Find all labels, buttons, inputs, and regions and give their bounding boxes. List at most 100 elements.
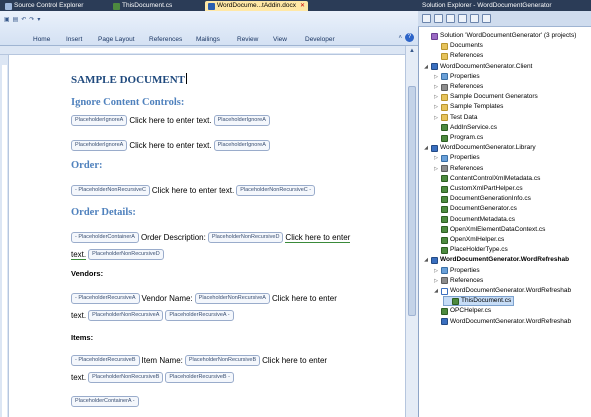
ribbon-tab-mailings[interactable]: Mailings: [196, 34, 220, 45]
tab-source-control-explorer[interactable]: Source Control Explorer: [2, 1, 86, 11]
expander-icon[interactable]: ▷: [433, 113, 439, 123]
solution-tree-item[interactable]: ▷ Sample Templates: [433, 102, 503, 112]
scroll-up-icon[interactable]: ▲: [409, 48, 415, 54]
ribbon-minimize-icon[interactable]: ˄: [398, 35, 402, 41]
expander-icon[interactable]: ▷: [433, 92, 439, 102]
content-control-tag[interactable]: PlaceholderIgnoreA: [71, 140, 128, 151]
solution-tree-item[interactable]: WordDocumentGenerator.WordRefreshab: [433, 317, 571, 327]
ribbon-tab-developer[interactable]: Developer: [305, 34, 335, 45]
solution-tree-item[interactable]: References: [433, 51, 483, 61]
solution-tree-item[interactable]: ContentControlXmlMetadata.cs: [433, 174, 540, 184]
content-control-tag[interactable]: - PlaceholderRecursiveA: [71, 293, 140, 304]
solution-tree-item[interactable]: OPCHelper.cs: [433, 306, 491, 316]
content-control-tag[interactable]: - PlaceholderContainerA: [71, 232, 139, 243]
expander-icon[interactable]: ▷: [433, 82, 439, 92]
document-scrollbar[interactable]: ▲: [405, 46, 418, 417]
content-control-tag[interactable]: PlaceholderNonRecursiveB: [184, 355, 261, 366]
word-logo-icon[interactable]: ▣: [4, 16, 10, 23]
placeholder-text[interactable]: text.: [71, 250, 87, 260]
solution-tree-item[interactable]: CustomXmlPartHelper.cs: [433, 184, 523, 194]
solution-tree-item[interactable]: ▷ Properties: [433, 72, 480, 82]
expander-icon[interactable]: ▷: [433, 102, 439, 112]
ribbon-tab-page-layout[interactable]: Page Layout: [98, 34, 135, 45]
view-code-icon[interactable]: [458, 14, 467, 23]
solution-tree-item[interactable]: ◢ WordDocumentGenerator.Client: [423, 62, 532, 72]
solution-tree-item[interactable]: ▷ Properties: [433, 153, 480, 163]
content-control-tag[interactable]: PlaceholderRecursiveA -: [165, 310, 234, 321]
content-control-tag[interactable]: PlaceholderRecursiveB -: [165, 372, 234, 383]
refresh-icon[interactable]: [446, 14, 455, 23]
ribbon-tab-home[interactable]: Home: [33, 34, 50, 45]
solution-tree-item[interactable]: Documents: [433, 41, 483, 51]
placeholder-text[interactable]: Click here to enter: [262, 356, 327, 365]
horizontal-ruler[interactable]: [0, 46, 405, 55]
solution-tree-item[interactable]: ▷ Properties: [433, 266, 480, 276]
solution-tree-item[interactable]: ▷ Test Data: [433, 113, 477, 123]
solution-tree-item[interactable]: AddInService.cs: [433, 123, 497, 133]
expander-icon[interactable]: ▷: [433, 72, 439, 82]
redo-icon[interactable]: ↷: [29, 16, 34, 23]
solution-tree-item[interactable]: Program.cs: [433, 133, 483, 143]
placeholder-text[interactable]: Click here to enter text.: [129, 116, 211, 125]
properties-button-icon[interactable]: [422, 14, 431, 23]
solution-tree-item[interactable]: OpenXmlElementDataContext.cs: [433, 225, 545, 235]
help-icon[interactable]: ?: [405, 33, 414, 42]
vertical-ruler[interactable]: [0, 55, 9, 417]
content-control-tag[interactable]: PlaceholderNonRecursiveA: [88, 310, 164, 321]
scrollbar-thumb[interactable]: [408, 86, 416, 316]
content-control-tag[interactable]: PlaceholderContainerA -: [71, 396, 139, 407]
expander-icon[interactable]: ◢: [423, 62, 429, 72]
undo-icon[interactable]: ↶: [21, 16, 26, 23]
customize-qat-icon[interactable]: ▾: [37, 16, 40, 23]
placeholder-text[interactable]: Click here to enter text.: [129, 141, 211, 150]
solution-tree-item[interactable]: DocumentMetadata.cs: [433, 215, 515, 225]
solution-tree-item[interactable]: ◢ WordDocumentGenerator.WordRefreshab: [423, 255, 569, 265]
ribbon-tab-insert[interactable]: Insert: [66, 34, 82, 45]
ribbon-tab-review[interactable]: Review: [237, 34, 258, 45]
ribbon-tab-references[interactable]: References: [149, 34, 182, 45]
content-control-tag[interactable]: PlaceholderNonRecursiveD: [207, 232, 284, 243]
content-control-tag[interactable]: PlaceholderIgnoreA: [213, 115, 270, 126]
content-control-tag[interactable]: PlaceholderNonRecursiveA: [194, 293, 270, 304]
solution-explorer-tree[interactable]: Solution 'WordDocumentGenerator' (3 proj…: [418, 27, 591, 417]
expander-icon[interactable]: ◢: [423, 143, 429, 153]
solution-tree-item[interactable]: PlaceHolderType.cs: [433, 245, 508, 255]
tab-word-document[interactable]: WordDocume...tAddin.docx ✕: [205, 1, 309, 11]
view-class-diagram-icon[interactable]: [482, 14, 491, 23]
content-control-tag[interactable]: PlaceholderNonRecursiveD: [88, 249, 164, 260]
solution-tree-item[interactable]: ▷ References: [433, 82, 483, 92]
solution-tree-item[interactable]: ◢ WordDocumentGenerator.WordRefreshab: [433, 286, 571, 296]
placeholder-text[interactable]: text.: [71, 373, 86, 382]
content-control-tag[interactable]: - PlaceholderRecursiveB: [71, 355, 140, 366]
view-designer-icon[interactable]: [470, 14, 479, 23]
close-icon[interactable]: ✕: [300, 1, 305, 11]
save-icon[interactable]: ▤: [13, 16, 19, 23]
solution-tree-item[interactable]: ◢ WordDocumentGenerator.Library: [423, 143, 536, 153]
solution-tree-item[interactable]: ▷ References: [433, 276, 483, 286]
expander-icon[interactable]: ▷: [433, 164, 439, 174]
placeholder-text[interactable]: Click here to enter: [285, 233, 351, 243]
solution-tree-item[interactable]: ThisDocument.cs: [443, 296, 515, 307]
expander-icon[interactable]: ▷: [433, 276, 439, 286]
placeholder-text[interactable]: text.: [71, 311, 86, 320]
expander-icon[interactable]: ◢: [433, 286, 439, 296]
solution-tree-item[interactable]: ▷ Sample Document Generators: [433, 92, 538, 102]
solution-tree-item[interactable]: ▷ References: [433, 164, 483, 174]
expander-icon[interactable]: ▷: [433, 153, 439, 163]
solution-tree-item[interactable]: OpenXmlHelper.cs: [433, 235, 504, 245]
tab-this-document[interactable]: ThisDocument.cs: [110, 1, 175, 11]
solution-tree-item[interactable]: DocumentGenerationInfo.cs: [433, 194, 531, 204]
ribbon-tab-view[interactable]: View: [273, 34, 287, 45]
content-control-tag[interactable]: PlaceholderIgnoreA: [71, 115, 128, 126]
show-all-files-icon[interactable]: [434, 14, 443, 23]
expander-icon[interactable]: ▷: [433, 266, 439, 276]
expander-icon[interactable]: ◢: [423, 255, 429, 265]
content-control-tag[interactable]: PlaceholderNonRecursiveB: [88, 372, 164, 383]
solution-tree-item[interactable]: DocumentGenerator.cs: [433, 204, 517, 214]
content-control-tag[interactable]: PlaceholderNonRecursiveC -: [236, 185, 316, 196]
placeholder-text[interactable]: Click here to enter: [272, 294, 337, 303]
content-control-tag[interactable]: - PlaceholderNonRecursiveC: [71, 185, 150, 196]
solution-tree-item[interactable]: Solution 'WordDocumentGenerator' (3 proj…: [423, 31, 576, 41]
placeholder-text[interactable]: Click here to enter text.: [152, 186, 234, 195]
content-control-tag[interactable]: PlaceholderIgnoreA: [213, 140, 270, 151]
